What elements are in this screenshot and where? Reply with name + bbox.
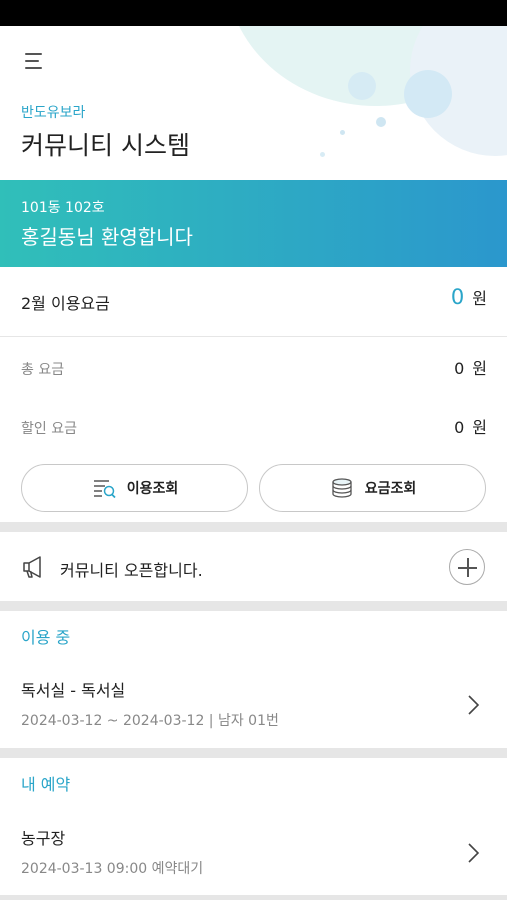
total-fee-label: 총 요금 [21, 362, 65, 378]
status-bar [0, 0, 507, 26]
discount-fee-label: 할인 요금 [21, 421, 77, 437]
section-divider [0, 522, 507, 532]
currency-label: 원 [472, 359, 487, 378]
notice-row[interactable]: 커뮤니티 오픈합니다. [0, 532, 507, 602]
monthly-fee-value: 0 [450, 285, 465, 309]
coins-icon [332, 478, 352, 498]
total-fee-amount: 0원 [454, 355, 487, 379]
fee-lookup-label: 요금조회 [364, 481, 417, 497]
monthly-fee-amount: 0원 [451, 285, 487, 309]
decorative-bubble [340, 130, 345, 135]
in-use-detail: 2024-03-12 ~ 2024-03-12 | 남자 01번 [21, 713, 279, 729]
in-use-item[interactable]: 독서실 - 독서실 2024-03-12 ~ 2024-03-12 | 남자 0… [0, 664, 507, 744]
in-use-heading: 이용 중 [21, 628, 71, 647]
unit-number: 101동 102호 [21, 200, 105, 216]
section-divider [0, 895, 507, 900]
decorative-bubble [376, 117, 386, 127]
usage-lookup-button[interactable]: 이용조회 [21, 464, 248, 512]
in-use-title: 독서실 - 독서실 [21, 681, 126, 700]
monthly-fee-label: 2월 이용요금 [21, 294, 110, 313]
plus-icon[interactable] [449, 549, 485, 585]
welcome-banner: 101동 102호 홍길동님 환영합니다 [0, 180, 507, 267]
welcome-greeting: 홍길동님 환영합니다 [21, 225, 193, 249]
monthly-fee-row: 2월 이용요금 0원 [0, 267, 507, 337]
total-fee-value: 0 [454, 359, 465, 378]
discount-fee-value: 0 [454, 418, 465, 437]
chevron-right-icon [468, 843, 480, 863]
fee-lookup-button[interactable]: 요금조회 [259, 464, 486, 512]
currency-label: 원 [472, 289, 487, 308]
complex-name: 반도유보라 [21, 105, 86, 121]
decorative-bubble [320, 152, 325, 157]
reservation-detail: 2024-03-13 09:00 예약대기 [21, 861, 204, 877]
list-search-icon [93, 480, 116, 499]
reservation-item[interactable]: 농구장 2024-03-13 09:00 예약대기 [0, 812, 507, 892]
usage-lookup-label: 이용조회 [126, 481, 179, 497]
decorative-bubble [404, 70, 452, 118]
chevron-right-icon [468, 695, 480, 715]
page-title: 커뮤니티 시스템 [21, 131, 190, 160]
reservation-title: 농구장 [21, 829, 66, 848]
section-divider [0, 601, 507, 611]
notice-text: 커뮤니티 오픈합니다. [60, 561, 203, 580]
header: 반도유보라 커뮤니티 시스템 [0, 26, 507, 180]
section-divider [0, 748, 507, 758]
decorative-bubble [348, 72, 376, 100]
megaphone-icon [23, 556, 41, 578]
discount-fee-amount: 0원 [454, 414, 487, 438]
currency-label: 원 [472, 418, 487, 437]
reservation-heading: 내 예약 [21, 775, 71, 794]
hamburger-menu-icon[interactable] [22, 50, 48, 72]
